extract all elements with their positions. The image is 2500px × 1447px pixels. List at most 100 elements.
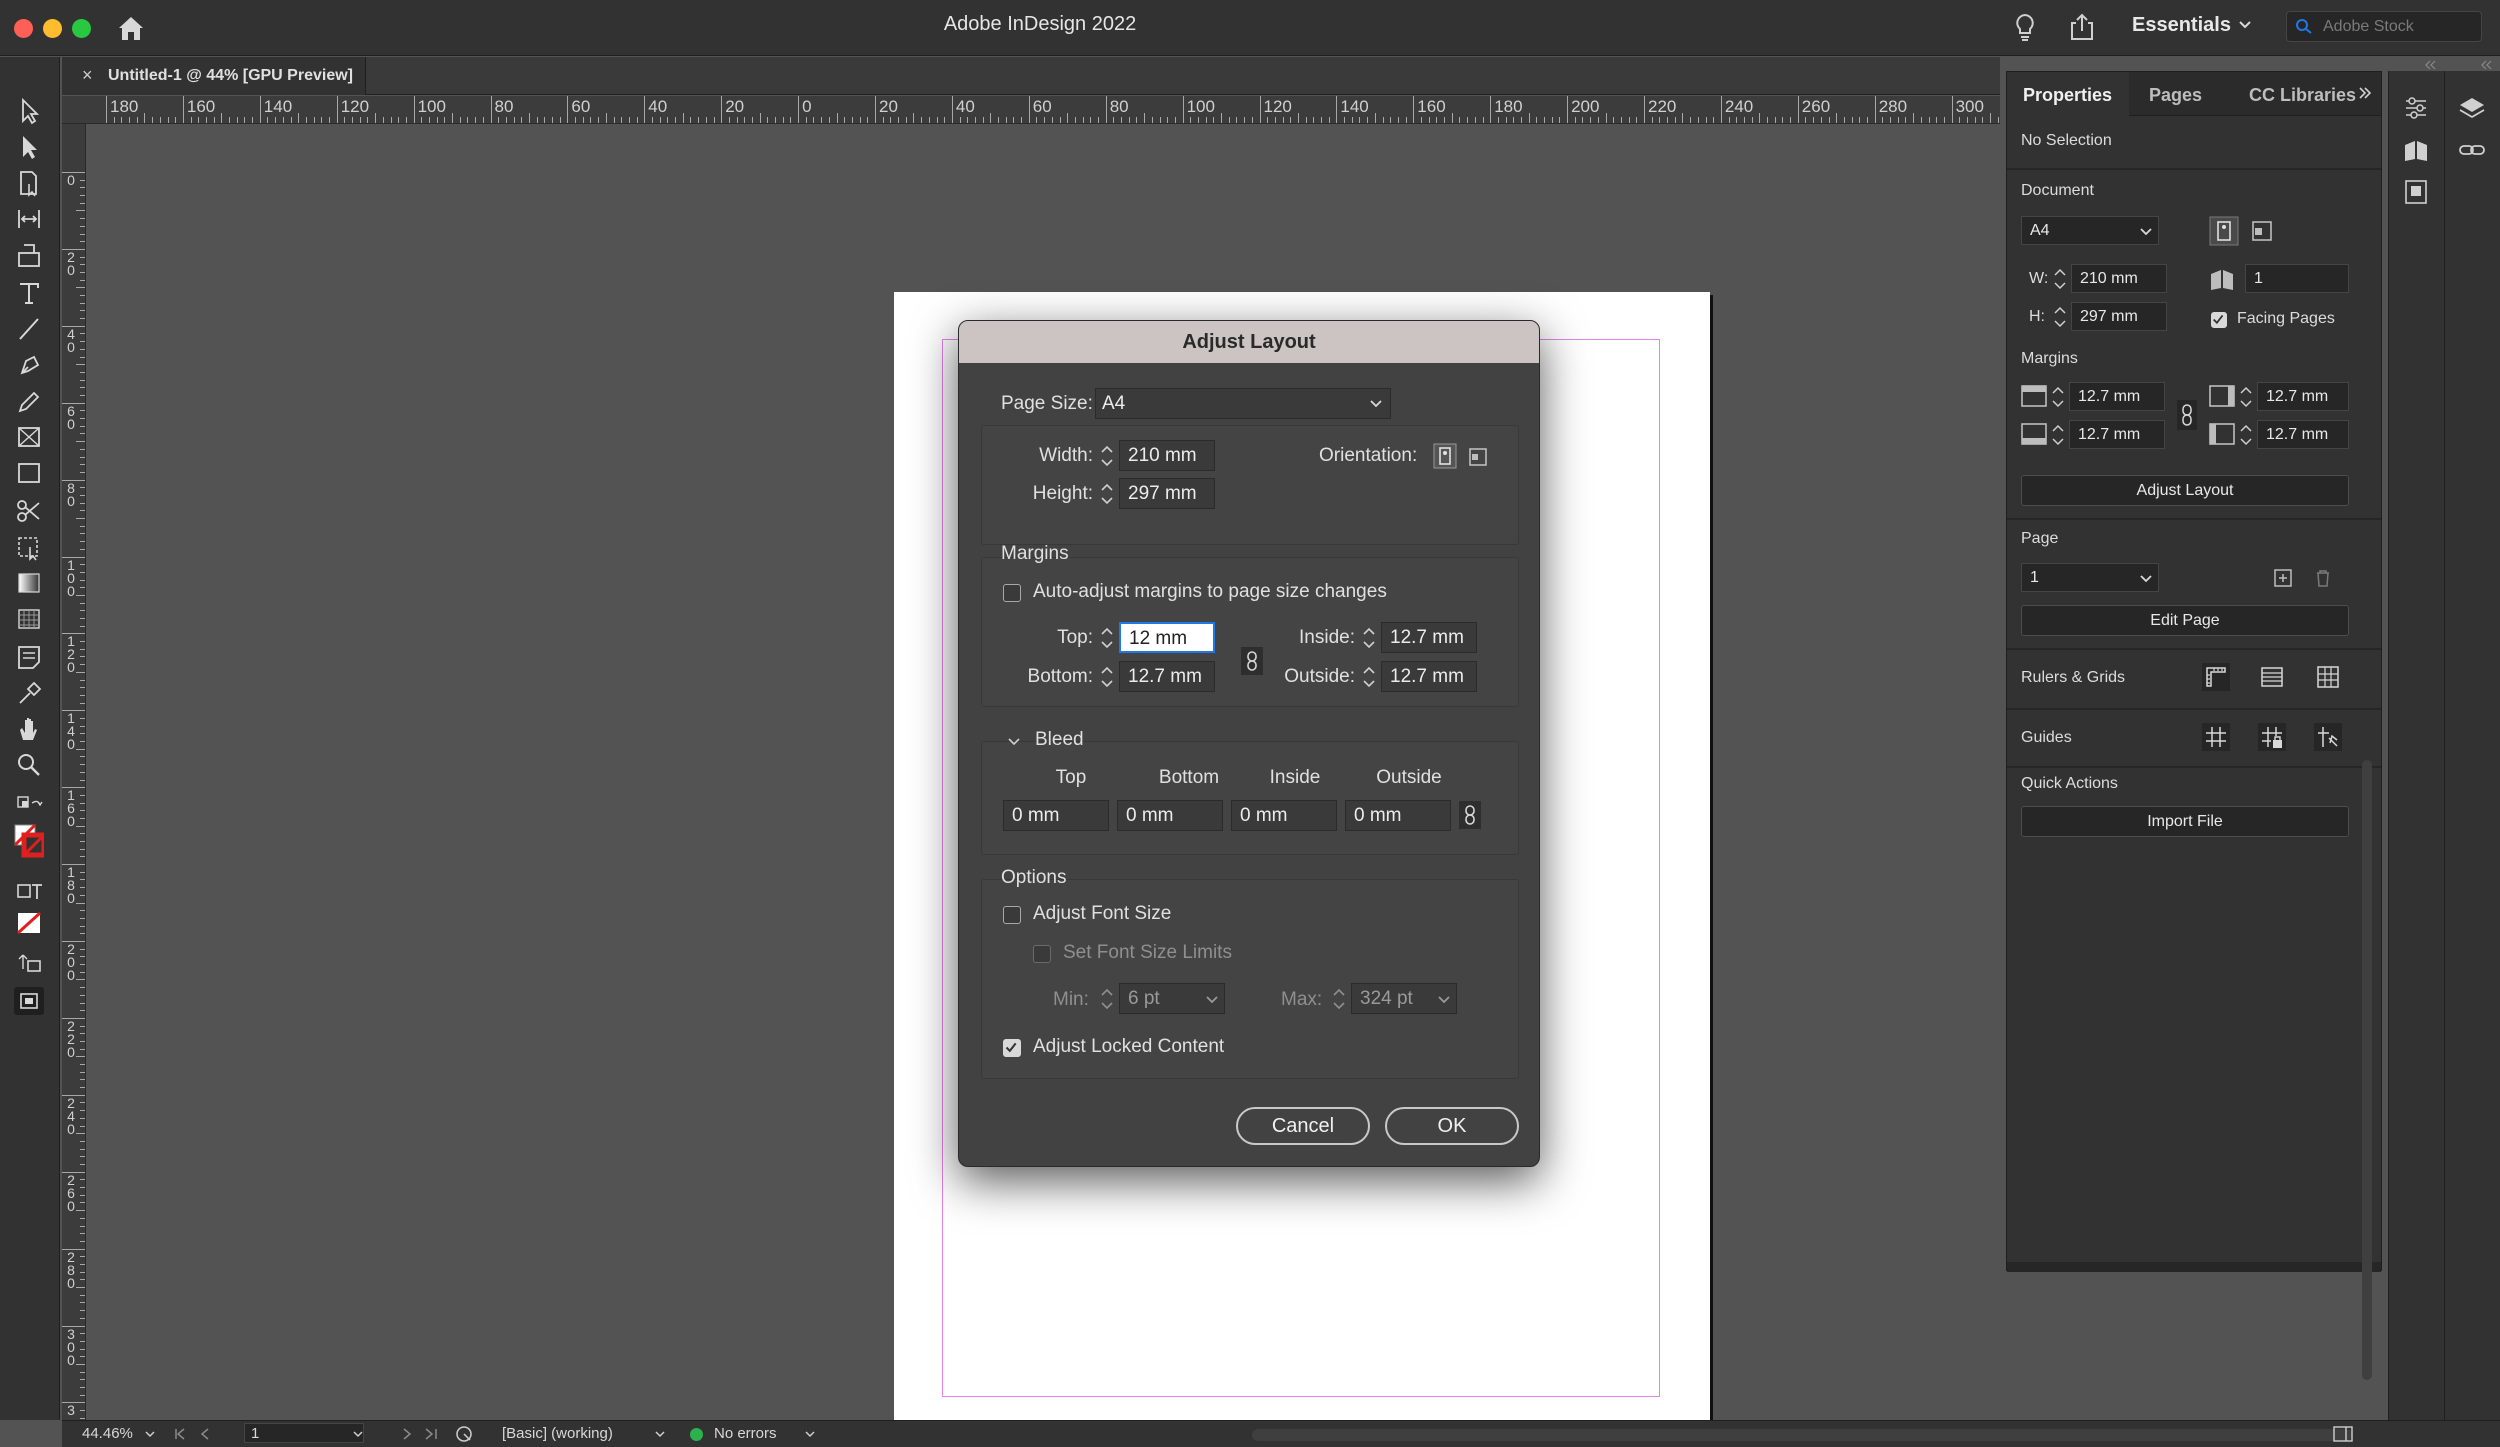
top-margin-input[interactable]: 12 mm	[1119, 622, 1215, 653]
facing-pages-checkbox[interactable]	[2211, 312, 2227, 328]
share-icon[interactable]	[2068, 12, 2096, 42]
stepper-arrows-icon[interactable]	[2053, 304, 2067, 330]
page-navigation-next-last-icon[interactable]	[380, 1427, 440, 1441]
pencil-tool-icon[interactable]	[14, 387, 44, 415]
type-tool-icon[interactable]	[14, 279, 44, 307]
rectangle-frame-tool-icon[interactable]	[14, 423, 44, 451]
stepper-arrows-icon[interactable]	[2239, 384, 2253, 410]
stepper-arrows-icon[interactable]	[2053, 266, 2067, 292]
page-size-select[interactable]: A4	[1095, 388, 1391, 419]
screen-mode-icon[interactable]	[14, 949, 44, 977]
stepper-arrows-icon[interactable]	[1361, 625, 1377, 651]
add-page-icon[interactable]	[2271, 566, 2295, 590]
document-tab[interactable]: × Untitled-1 @ 44% [GPU Preview]	[62, 57, 366, 95]
vertical-ruler[interactable]: 0 20 40 60 80 100 120 140 160 180 200 220 240 260 280 3…	[62, 124, 86, 1420]
set-font-size-limits-checkbox[interactable]	[1033, 945, 1051, 963]
preflight-status[interactable]: No errors	[714, 1425, 777, 1442]
rectangle-tool-icon[interactable]	[14, 459, 44, 487]
hand-tool-icon[interactable]	[14, 715, 44, 743]
horizontal-scrollbar[interactable]	[1252, 1429, 2352, 1441]
show-guides-icon[interactable]	[2201, 722, 2231, 752]
apply-none-icon[interactable]	[14, 909, 44, 937]
stepper-arrows-icon[interactable]	[1099, 664, 1115, 690]
vertical-scrollbar[interactable]	[2358, 760, 2376, 1380]
horizontal-ruler[interactable]: 180 160 140 120 100 80 60 40 20 0 20 40 60 80 100 120 14…	[62, 96, 2000, 124]
ruler-icon[interactable]	[2201, 662, 2231, 692]
page-number-field[interactable]: 1	[244, 1423, 364, 1443]
stepper-arrows-icon[interactable]	[1099, 481, 1115, 507]
bleed-outside-input[interactable]: 0 mm	[1345, 800, 1451, 831]
inside-margin-input[interactable]: 12.7 mm	[1381, 622, 1477, 653]
stepper-arrows-icon[interactable]	[1099, 443, 1115, 469]
pen-tool-icon[interactable]	[14, 351, 44, 379]
zoom-level[interactable]: 44.46%	[82, 1425, 133, 1442]
stepper-arrows-icon[interactable]	[1331, 986, 1347, 1012]
doc-height-input[interactable]: 297 mm	[2071, 302, 2167, 331]
portrait-orientation-icon[interactable]	[2209, 216, 2239, 246]
tab-close-icon[interactable]: ×	[82, 65, 93, 86]
margin-bottom-input[interactable]: 12.7 mm	[2069, 420, 2165, 449]
chevron-down-icon[interactable]	[1205, 995, 1219, 1005]
chevron-down-icon[interactable]	[804, 1429, 816, 1439]
paragraph-style-status[interactable]: [Basic] (working)	[502, 1425, 613, 1442]
tab-properties[interactable]: Properties	[2007, 72, 2129, 116]
gradient-swatch-tool-icon[interactable]	[14, 569, 44, 597]
chevron-down-icon[interactable]	[2238, 18, 2252, 32]
page-navigation-first-prev-icon[interactable]	[172, 1427, 232, 1441]
landscape-orientation-icon[interactable]	[1467, 445, 1489, 469]
cc-libraries-icon[interactable]	[2401, 177, 2431, 207]
bleed-inside-input[interactable]: 0 mm	[1231, 800, 1337, 831]
scissors-tool-icon[interactable]	[14, 497, 44, 525]
chevron-down-icon[interactable]	[144, 1429, 156, 1439]
portrait-orientation-icon[interactable]	[1433, 443, 1457, 469]
bleed-top-input[interactable]: 0 mm	[1003, 800, 1109, 831]
stepper-arrows-icon[interactable]	[1099, 625, 1115, 651]
default-fill-stroke-icon[interactable]	[14, 793, 44, 821]
panel-expand-icon[interactable]	[2357, 84, 2373, 102]
ok-button[interactable]: OK	[1385, 1107, 1519, 1145]
panel-resize-bar[interactable]	[2007, 1262, 2381, 1272]
open-document-page-icon[interactable]	[454, 1424, 476, 1444]
chevron-down-icon[interactable]	[352, 1429, 364, 1439]
line-tool-icon[interactable]	[14, 315, 44, 343]
layers-icon[interactable]	[2457, 93, 2487, 123]
eyedropper-tool-icon[interactable]	[14, 679, 44, 707]
tab-pages[interactable]: Pages	[2137, 72, 2237, 116]
page-tool-icon[interactable]	[14, 169, 44, 197]
chevron-down-icon[interactable]	[1007, 735, 1021, 749]
chevron-down-icon[interactable]	[654, 1429, 666, 1439]
gap-tool-icon[interactable]	[14, 205, 44, 233]
margin-outside-input[interactable]: 12.7 mm	[2257, 420, 2349, 449]
properties-icon[interactable]	[2401, 93, 2431, 123]
outside-margin-input[interactable]: 12.7 mm	[1381, 661, 1477, 692]
split-window-icon[interactable]	[2332, 1425, 2354, 1443]
direct-selection-tool-icon[interactable]	[14, 133, 44, 161]
lightbulb-icon[interactable]	[2012, 12, 2038, 44]
baseline-grid-icon[interactable]	[2257, 662, 2287, 692]
smart-guides-icon[interactable]	[2313, 722, 2343, 752]
adobe-stock-search-input[interactable]: Adobe Stock	[2286, 11, 2482, 42]
zoom-tool-icon[interactable]	[14, 751, 44, 779]
adjust-layout-button[interactable]: Adjust Layout	[2021, 475, 2349, 506]
links-icon[interactable]	[2457, 135, 2487, 165]
page-count-input[interactable]: 1	[2245, 264, 2349, 293]
selection-tool-icon[interactable]	[14, 97, 44, 125]
lock-guides-icon[interactable]	[2257, 722, 2287, 752]
formatting-affects-icon[interactable]	[14, 877, 44, 905]
adjust-font-size-checkbox[interactable]	[1003, 906, 1021, 924]
link-chain-icon[interactable]	[1459, 801, 1481, 829]
auto-adjust-margins-checkbox[interactable]	[1003, 584, 1021, 602]
document-grid-icon[interactable]	[2313, 662, 2343, 692]
free-transform-tool-icon[interactable]	[14, 533, 44, 561]
stepper-arrows-icon[interactable]	[2051, 384, 2065, 410]
import-file-button[interactable]: Import File	[2021, 806, 2349, 837]
preview-mode-icon[interactable]	[14, 987, 44, 1015]
trash-icon[interactable]	[2311, 566, 2335, 590]
width-input[interactable]: 210 mm	[1119, 440, 1215, 471]
content-collector-tool-icon[interactable]	[14, 241, 44, 269]
workspace-switcher[interactable]: Essentials	[2132, 14, 2231, 37]
note-tool-icon[interactable]	[14, 643, 44, 671]
edit-page-button[interactable]: Edit Page	[2021, 605, 2349, 636]
chevron-down-icon[interactable]	[1437, 995, 1451, 1005]
landscape-orientation-icon[interactable]	[2247, 216, 2277, 246]
